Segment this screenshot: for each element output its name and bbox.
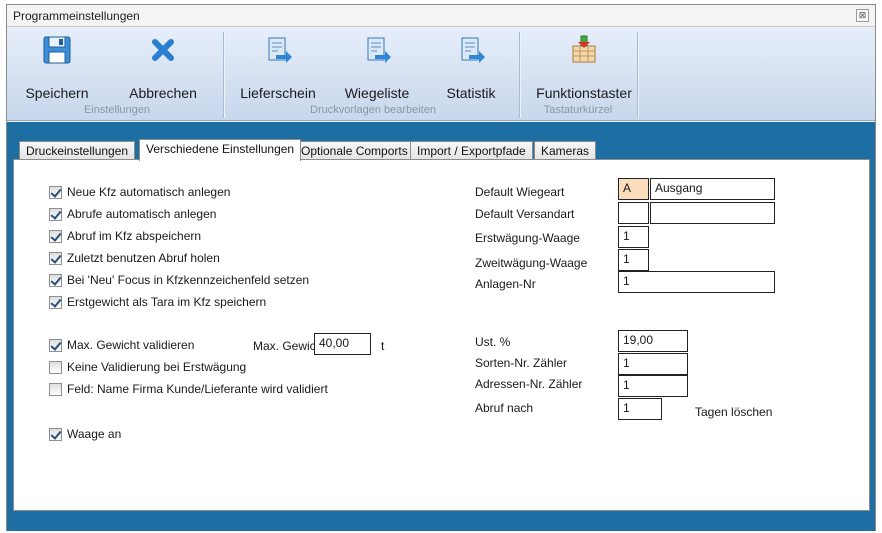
ust-input[interactable]: 19,00 [618,330,688,352]
checkbox-max-gewicht[interactable]: Max. Gewicht validieren [49,338,194,352]
checkbox-focus-kfzkennzeichen[interactable]: Bei 'Neu' Focus in Kfzkennzeichenfeld se… [49,273,309,287]
window-title: Programmeinstellungen [13,9,140,23]
checkbox-label: Abrufe automatisch anlegen [67,207,217,221]
default-versandart-code-input[interactable] [618,202,649,224]
checkbox-label: Max. Gewicht validieren [67,338,195,352]
checkbox-box[interactable] [49,427,62,441]
cancel-button[interactable]: Abbrechen [123,28,203,102]
keyboard-icon [572,35,596,63]
adressen-nr-label: Adressen-Nr. Zähler [475,377,583,391]
checkbox-label: Feld: Name Firma Kunde/Lieferante wird v… [67,382,328,396]
lieferschein-button[interactable]: Lieferschein [233,28,323,102]
erstwaegung-waage-label: Erstwägung-Waage [475,231,580,245]
group-label-druckvorlagen: Druckvorlagen bearbeiten [310,104,436,116]
tab-optionale-comports[interactable]: Optionale Comports [294,141,415,160]
checkbox-box[interactable] [49,338,62,352]
checkbox-label: Zuletzt benutzen Abruf holen [67,251,220,265]
group-label-einstellungen: Einstellungen [83,104,151,116]
checkbox-waage-an[interactable]: Waage an [49,427,121,441]
funktionstaster-button[interactable]: Funktionstaster [529,28,639,102]
tab-verschiedene-einstellungen[interactable]: Verschiedene Einstellungen [139,139,302,161]
ribbon-toolbar: Speichern Abbrechen Lieferschein Wiegeli… [7,28,875,121]
checkbox-label: Erstgewicht als Tara im Kfz speichern [67,295,267,309]
group-separator [637,32,638,118]
cancel-label: Abbrechen [129,85,197,101]
lieferschein-label: Lieferschein [240,85,316,101]
checkbox-box[interactable] [49,295,62,309]
checkbox-abruf-abspeichern[interactable]: Abruf im Kfz abspeichern [49,229,201,243]
title-bar: Programmeinstellungen ⊠ [7,5,875,27]
statistik-label: Statistik [446,85,496,101]
checkbox-keine-validierung[interactable]: Keine Validierung bei Erstwägung [49,360,246,374]
tab-kameras[interactable]: Kameras [534,141,597,160]
sorten-nr-label: Sorten-Nr. Zähler [475,356,568,370]
checkbox-feld-name-firma[interactable]: Feld: Name Firma Kunde/Lieferante wird v… [49,382,328,396]
wiegeliste-button[interactable]: Wiegeliste [332,28,422,102]
save-label: Speichern [25,85,89,101]
abruf-nach-input[interactable]: 1 [618,398,662,420]
anlagen-nr-label: Anlagen-Nr [475,277,536,291]
checkbox-box[interactable] [49,382,62,396]
checkbox-label: Keine Validierung bei Erstwägung [67,360,247,374]
close-icon[interactable]: ⊠ [856,9,869,22]
checkbox-label: Neue Kfz automatisch anlegen [67,185,231,199]
default-wiegeart-code-input[interactable]: A [618,178,649,200]
save-button[interactable]: Speichern [17,28,97,102]
document-arrow-icon [268,37,292,63]
wiegeliste-label: Wiegeliste [344,85,410,101]
checkbox-box[interactable] [49,360,62,374]
max-gewicht-input[interactable]: 40,00 [314,333,371,355]
statistik-button[interactable]: Statistik [431,28,511,102]
save-icon [43,36,71,64]
ust-label: Ust. % [475,335,511,349]
group-label-tastaturkuerzel: Tastaturkürzel [543,104,613,116]
funktionstaster-label: Funktionstaster [536,85,632,101]
group-separator [223,32,224,118]
sorten-nr-input[interactable]: 1 [618,353,688,375]
abruf-nach-label: Abruf nach [475,401,534,415]
zweitwaegung-waage-input[interactable]: 1 [618,249,649,271]
default-versandart-input[interactable] [650,202,775,224]
checkbox-label: Abruf im Kfz abspeichern [67,229,202,243]
checkbox-box[interactable] [49,251,62,265]
tab-import-exportpfade[interactable]: Import / Exportpfade [410,141,533,160]
erstwaegung-waage-input[interactable]: 1 [618,226,649,248]
document-arrow-icon [367,37,391,63]
document-arrow-icon [461,37,485,63]
checkbox-neue-kfz[interactable]: Neue Kfz automatisch anlegen [49,185,230,199]
checkbox-abrufe-anlegen[interactable]: Abrufe automatisch anlegen [49,207,216,221]
tab-druckeinstellungen[interactable]: Druckeinstellungen [19,141,136,160]
abruf-nach-suffix: Tagen löschen [695,405,773,419]
checkbox-box[interactable] [49,273,62,287]
checkbox-zuletzt-abruf[interactable]: Zuletzt benutzen Abruf holen [49,251,220,265]
zweitwaegung-waage-label: Zweitwägung-Waage [475,256,588,270]
adressen-nr-input[interactable]: 1 [618,375,688,397]
default-wiegeart-input[interactable]: Ausgang [650,178,775,200]
checkbox-box[interactable] [49,185,62,199]
default-wiegeart-label: Default Wiegeart [475,185,565,199]
checkbox-box[interactable] [49,229,62,243]
checkbox-label: Bei 'Neu' Focus in Kfzkennzeichenfeld se… [67,273,310,287]
default-versandart-label: Default Versandart [475,207,575,221]
settings-panel: Neue Kfz automatisch anlegen Abrufe auto… [13,159,870,511]
checkbox-label: Waage an [67,427,122,441]
max-gewicht-unit: t [381,339,385,353]
checkbox-box[interactable] [49,207,62,221]
cancel-x-icon [152,39,174,61]
checkbox-erstgewicht-tara[interactable]: Erstgewicht als Tara im Kfz speichern [49,295,266,309]
anlagen-nr-input[interactable]: 1 [618,271,775,293]
